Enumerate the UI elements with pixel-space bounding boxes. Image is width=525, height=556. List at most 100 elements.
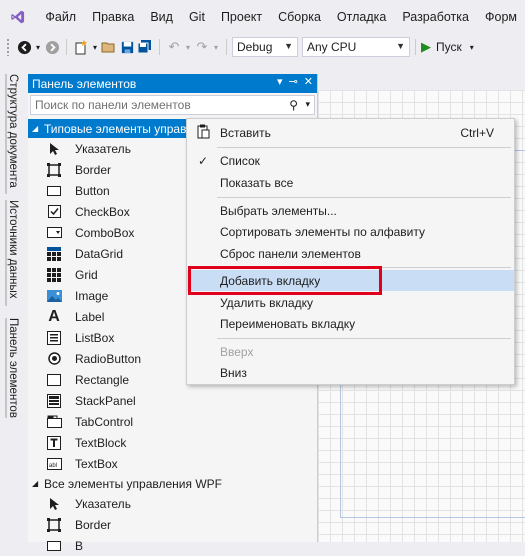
menu-develop[interactable]: Разработка xyxy=(394,0,477,34)
tool-border[interactable]: Border xyxy=(28,514,317,535)
tool-label: Указатель xyxy=(75,496,131,511)
tool-label: Grid xyxy=(75,267,98,282)
solution-configuration-select[interactable]: Debug ▼ xyxy=(232,37,298,57)
tab-toolbox-label: Панель элементов xyxy=(7,318,19,418)
textbox-icon: abl xyxy=(46,456,62,472)
menu-item-rename-tab[interactable]: Переименовать вкладку xyxy=(187,313,514,334)
menu-item-label: Показать все xyxy=(220,175,294,190)
dropdown-arrow-icon[interactable]: ▾ xyxy=(33,38,43,56)
tool-stackpanel[interactable]: StackPanel xyxy=(28,390,317,411)
tab-data-sources[interactable]: Источники данных xyxy=(5,200,21,306)
menu-bar: Файл Правка Вид Git Проект Сборка Отладк… xyxy=(0,0,525,34)
solution-platform-select[interactable]: Any CPU ▼ xyxy=(302,37,410,57)
back-icon[interactable] xyxy=(15,38,33,56)
menu-item-sort-alphabetically[interactable]: Сортировать элементы по алфавиту xyxy=(187,221,514,242)
search-icon[interactable]: ⚲ xyxy=(289,98,298,112)
collapse-triangle-icon[interactable]: ◢ xyxy=(32,479,44,488)
menu-debug[interactable]: Отладка xyxy=(329,0,394,34)
button-icon xyxy=(46,183,62,199)
start-button[interactable]: ▶ Пуск ▾ xyxy=(421,39,474,55)
tool-button[interactable]: B xyxy=(28,535,317,556)
menu-file[interactable]: Файл xyxy=(37,0,84,34)
dropdown-arrow-icon[interactable]: ▾ xyxy=(183,38,193,56)
textblock-icon xyxy=(46,435,62,451)
save-icon[interactable] xyxy=(118,38,136,56)
menu-item-move-down[interactable]: Вниз xyxy=(187,362,514,383)
tool-label: TextBlock xyxy=(75,435,127,450)
window-position-icon[interactable]: ▾ xyxy=(277,75,283,88)
save-all-icon[interactable] xyxy=(136,38,154,56)
tool-textblock[interactable]: TextBlock xyxy=(28,432,317,453)
combobox-icon xyxy=(46,225,62,241)
border-icon xyxy=(46,162,62,178)
tool-tabcontrol[interactable]: TabControl xyxy=(28,411,317,432)
menu-format[interactable]: Форм xyxy=(477,0,525,34)
dropdown-arrow-icon[interactable]: ▾ xyxy=(470,43,474,52)
radio-button-icon xyxy=(46,351,62,367)
menu-item-label: Вверх xyxy=(220,344,254,359)
menu-item-paste[interactable]: Вставить Ctrl+V xyxy=(187,122,514,143)
pin-icon[interactable]: ⊸ xyxy=(289,75,298,88)
undo-icon[interactable]: ↶ xyxy=(165,38,183,56)
toolbox-search-input[interactable]: Поиск по панели элементов ⚲ ▾ xyxy=(30,95,315,115)
menu-item-delete-tab[interactable]: Удалить вкладку xyxy=(187,292,514,313)
tool-label: Border xyxy=(75,162,112,177)
menu-edit[interactable]: Правка xyxy=(84,0,142,34)
pointer-icon xyxy=(46,141,62,157)
chevron-down-icon: ▼ xyxy=(284,41,293,51)
dropdown-arrow-icon[interactable]: ▾ xyxy=(211,38,221,56)
tab-toolbox[interactable]: Панель элементов xyxy=(5,318,21,418)
menu-separator xyxy=(217,147,511,148)
start-label: Пуск xyxy=(436,40,462,54)
menu-item-show-all[interactable]: Показать все xyxy=(187,172,514,193)
tool-label: ComboBox xyxy=(75,225,135,240)
toolbar-grip[interactable] xyxy=(6,38,11,56)
svg-text:abl: abl xyxy=(49,463,57,469)
collapse-triangle-icon[interactable]: ◢ xyxy=(32,124,44,133)
tool-label: Указатель xyxy=(75,141,131,156)
tool-label: StackPanel xyxy=(75,393,136,408)
open-folder-icon[interactable] xyxy=(100,38,118,56)
menu-item-label: Выбрать элементы... xyxy=(220,203,337,218)
configuration-value: Debug xyxy=(237,40,273,54)
redo-icon[interactable]: ↷ xyxy=(193,38,211,56)
group-label: Типовые элементы управ xyxy=(44,121,187,136)
group-label: Все элементы управления WPF xyxy=(44,476,222,491)
forward-icon[interactable] xyxy=(43,38,61,56)
tool-label: Button xyxy=(75,183,110,198)
menu-build[interactable]: Сборка xyxy=(270,0,329,34)
toolbox-group-all-wpf[interactable]: ◢ Все элементы управления WPF xyxy=(28,474,317,493)
dropdown-arrow-icon[interactable]: ▾ xyxy=(90,38,100,56)
tool-label: Image xyxy=(75,288,109,303)
listbox-icon xyxy=(46,330,62,346)
checkbox-icon xyxy=(46,204,62,220)
menu-item-reset-toolbox[interactable]: Сброс панели элементов xyxy=(187,243,514,264)
datagrid-icon xyxy=(46,246,62,262)
tool-textbox[interactable]: abl TextBox xyxy=(28,453,317,474)
menu-item-choose-items[interactable]: Выбрать элементы... xyxy=(187,200,514,221)
tool-label: RadioButton xyxy=(75,351,142,366)
menu-view[interactable]: Вид xyxy=(142,0,181,34)
search-placeholder: Поиск по панели элементов xyxy=(35,98,191,112)
toolbar-separator xyxy=(66,39,67,55)
toolbox-header[interactable]: Панель элементов ▾ ⊸ ✕ xyxy=(28,74,317,93)
tab-document-outline[interactable]: Структура документа xyxy=(5,74,21,194)
tool-label: CheckBox xyxy=(75,204,130,219)
new-project-icon[interactable] xyxy=(72,38,90,56)
tool-label: TextBox xyxy=(75,456,118,471)
tool-pointer[interactable]: Указатель xyxy=(28,493,317,514)
stackpanel-icon xyxy=(46,393,62,409)
menu-item-label: Вниз xyxy=(220,365,247,380)
chevron-down-icon[interactable]: ▾ xyxy=(305,99,310,110)
toolbox-title: Панель элементов xyxy=(32,76,137,91)
menu-separator xyxy=(217,197,511,198)
menu-git[interactable]: Git xyxy=(181,0,213,34)
tab-data-sources-label: Источники данных xyxy=(7,200,19,299)
menu-item-list-view[interactable]: ✓ Список xyxy=(187,150,514,171)
menu-item-label: Сброс панели элементов xyxy=(220,246,361,261)
menu-item-label: Сортировать элементы по алфавиту xyxy=(220,224,426,239)
menu-project[interactable]: Проект xyxy=(213,0,270,34)
highlight-annotation-box xyxy=(188,266,382,295)
toolbar-separator xyxy=(159,39,160,55)
close-icon[interactable]: ✕ xyxy=(304,75,313,88)
